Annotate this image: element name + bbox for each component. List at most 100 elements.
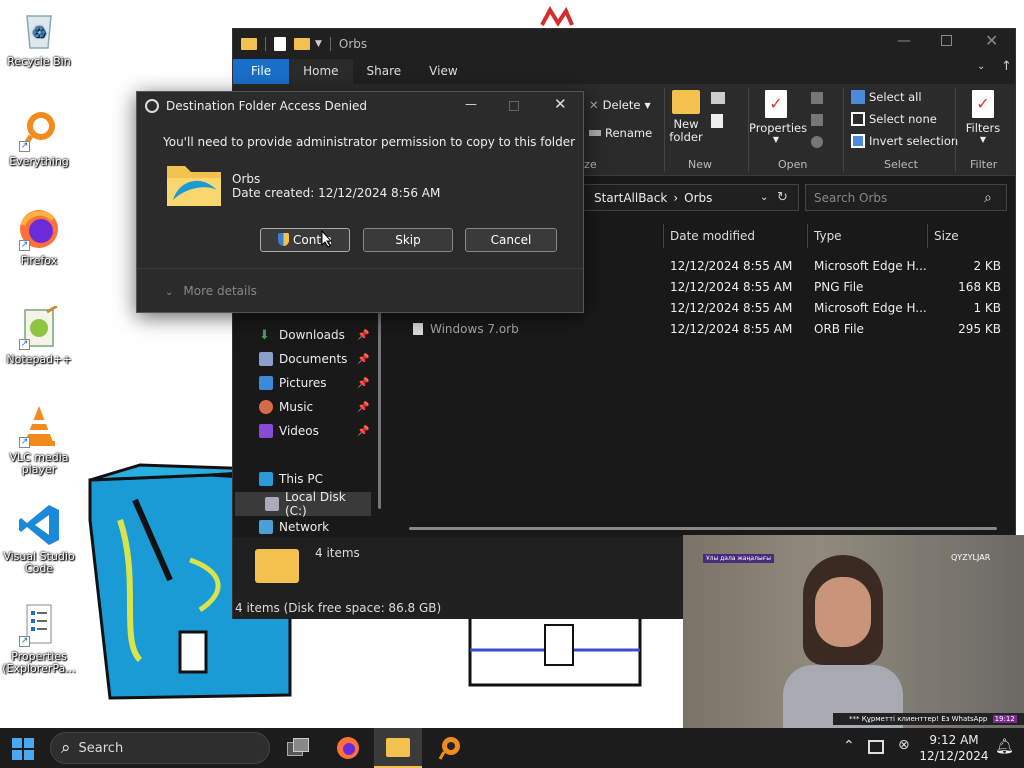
edit-icon[interactable] bbox=[811, 114, 823, 126]
search-input[interactable]: Search Orbs bbox=[814, 191, 887, 205]
skip-button[interactable]: Skip bbox=[363, 228, 453, 252]
access-denied-dialog: Destination Folder Access Denied — ✕ You… bbox=[136, 91, 584, 313]
desktop-icon-vlc[interactable]: ↗ VLC media player bbox=[0, 404, 78, 476]
desktop-icon-label: Firefox bbox=[20, 254, 58, 267]
desktop-icon-notepad-plus-plus[interactable]: ↗ Notepad++ bbox=[0, 304, 78, 366]
notification-bell-icon[interactable]: 🔔︎ bbox=[995, 737, 1014, 755]
taskbar-firefox[interactable] bbox=[336, 736, 360, 760]
rename-button[interactable]: Rename bbox=[589, 126, 652, 140]
tab-home[interactable]: Home bbox=[289, 59, 353, 84]
horizontal-scrollbar[interactable] bbox=[409, 527, 997, 530]
tab-share[interactable]: Share bbox=[353, 59, 416, 84]
cancel-button[interactable]: Cancel bbox=[465, 228, 557, 252]
properties-qat-icon[interactable] bbox=[274, 37, 286, 51]
dialog-close-button[interactable]: ✕ bbox=[554, 95, 567, 113]
sidebar-item-this-pc[interactable]: This PC bbox=[259, 472, 323, 486]
ribbon-group-filter-label: Filter bbox=[970, 158, 998, 171]
video-channel-logo: QYZYLJAR bbox=[951, 553, 991, 562]
task-view-button[interactable] bbox=[287, 738, 311, 758]
delete-button[interactable]: ✕ Delete ▼ bbox=[589, 98, 651, 112]
address-dropdown-icon[interactable]: ⌄ bbox=[760, 192, 768, 203]
address-bar[interactable]: StartAllBack › Orbs ⌄ bbox=[573, 184, 799, 211]
explorer-titlebar[interactable]: ▼ Orbs — ✕ bbox=[233, 29, 1015, 59]
sidebar-item-downloads[interactable]: ⬇ Downloads bbox=[259, 328, 345, 343]
sidebar-item-documents[interactable]: Documents bbox=[259, 352, 347, 366]
network-icon bbox=[259, 520, 273, 534]
refresh-button[interactable]: ↻ bbox=[777, 190, 788, 205]
column-header-type[interactable]: Type bbox=[814, 229, 842, 243]
file-date: 12/12/2024 8:55 AM bbox=[670, 322, 793, 336]
desktop-icon-vscode[interactable]: Visual Studio Code bbox=[0, 503, 78, 575]
display-icon[interactable] bbox=[868, 740, 884, 754]
dialog-titlebar[interactable]: Destination Folder Access Denied — ✕ bbox=[137, 92, 583, 120]
desktop-icon-recycle-bin[interactable]: ♻ Recycle Bin bbox=[0, 8, 78, 68]
column-divider bbox=[927, 224, 928, 248]
pin-icon: 📌 bbox=[357, 330, 370, 341]
folder-icon bbox=[241, 38, 257, 50]
open-icon[interactable] bbox=[811, 92, 823, 104]
ribbon-group-select-label: Select bbox=[884, 158, 918, 171]
desktop-icon-label: Recycle Bin bbox=[7, 55, 71, 68]
firefox-icon bbox=[337, 737, 359, 759]
filters-button[interactable]: ✓ Filters ▼ bbox=[961, 90, 1005, 144]
sidebar-item-network[interactable]: Network bbox=[259, 520, 329, 534]
file-size: 168 KB bbox=[958, 280, 1001, 294]
tab-file[interactable]: File bbox=[233, 59, 290, 84]
properties-button[interactable]: ✓ Properties ▼ bbox=[749, 90, 807, 144]
desktop-icon-properties[interactable]: ↗ Properties (ExplorerPa... bbox=[0, 603, 78, 675]
qat-separator bbox=[265, 37, 266, 51]
drive-icon bbox=[265, 497, 279, 511]
start-button[interactable] bbox=[12, 738, 34, 760]
history-icon[interactable] bbox=[811, 136, 823, 148]
desktop-icon-firefox[interactable]: ↗ Firefox bbox=[0, 207, 78, 267]
network-disconnected-icon[interactable]: ⊗ bbox=[898, 737, 910, 753]
notepad-plus-plus-icon: ↗ bbox=[17, 304, 61, 350]
column-header-date[interactable]: Date modified bbox=[670, 229, 755, 243]
new-folder-button[interactable]: New folder bbox=[669, 90, 703, 144]
show-hidden-icons-button[interactable]: ⌃ bbox=[843, 738, 855, 754]
breadcrumb-startallback[interactable]: StartAllBack bbox=[594, 191, 667, 205]
column-header-size[interactable]: Size bbox=[934, 229, 959, 243]
minimize-button[interactable]: — bbox=[897, 33, 911, 49]
maximize-button[interactable] bbox=[941, 35, 952, 46]
sidebar-item-local-disk[interactable]: Local Disk (C:) bbox=[235, 490, 371, 518]
download-icon: ⬇ bbox=[259, 328, 270, 343]
dialog-date-created: Date created: 12/12/2024 8:56 AM bbox=[232, 186, 441, 200]
desktop-icon-everything[interactable]: ↗ Everything bbox=[0, 108, 78, 168]
clock[interactable]: 9:12 AM 12/12/2024 bbox=[918, 732, 990, 764]
pictures-icon bbox=[259, 376, 273, 390]
select-none-button[interactable]: Select none bbox=[851, 112, 937, 126]
continue-button[interactable]: Contin bbox=[260, 228, 350, 252]
sidebar-item-music[interactable]: Music bbox=[259, 400, 313, 414]
filters-check-icon: ✓ bbox=[972, 90, 994, 118]
breadcrumb-separator-icon: › bbox=[673, 190, 679, 205]
taskbar-file-explorer[interactable] bbox=[374, 728, 422, 768]
new-item-icon[interactable] bbox=[711, 92, 725, 104]
help-icon[interactable]: ↑ bbox=[1001, 59, 1012, 74]
easy-access-icon[interactable] bbox=[711, 114, 723, 128]
close-button[interactable]: ✕ bbox=[985, 31, 998, 50]
taskbar-search-box[interactable]: ⌕ Search bbox=[50, 732, 270, 764]
clock-date: 12/12/2024 bbox=[919, 749, 989, 763]
table-row[interactable]: Windows 7.orb 12/12/2024 8:55 AM ORB Fil… bbox=[233, 319, 1015, 340]
qat-dropdown-icon[interactable]: ▼ bbox=[315, 39, 322, 49]
file-size: 2 KB bbox=[973, 259, 1001, 273]
breadcrumb-orbs[interactable]: Orbs bbox=[684, 191, 712, 205]
wallpaper-sketch-top bbox=[540, 5, 574, 27]
tab-view[interactable]: View bbox=[415, 59, 471, 84]
search-box[interactable]: Search Orbs ⌕ bbox=[805, 184, 1007, 211]
pin-icon: 📌 bbox=[357, 402, 370, 413]
invert-selection-button[interactable]: Invert selection bbox=[851, 134, 958, 148]
more-details-toggle[interactable]: ⌄ More details bbox=[165, 284, 257, 298]
file-size: 1 KB bbox=[973, 301, 1001, 315]
sidebar-item-pictures[interactable]: Pictures bbox=[259, 376, 327, 390]
ribbon-group-open-label: Open bbox=[778, 158, 808, 171]
new-folder-qat-icon[interactable] bbox=[294, 38, 310, 50]
sidebar-item-videos[interactable]: Videos bbox=[259, 424, 319, 438]
select-all-button[interactable]: Select all bbox=[851, 90, 922, 104]
properties-icon: ↗ bbox=[17, 603, 61, 647]
dialog-minimize-button[interactable]: — bbox=[465, 97, 477, 111]
collapse-ribbon-icon[interactable]: ⌄ bbox=[977, 61, 985, 72]
video-overlay[interactable]: Ұлы дала жаңалығы QYZYLJAR *** Құрметті … bbox=[683, 535, 1024, 728]
taskbar-everything[interactable] bbox=[438, 736, 462, 760]
